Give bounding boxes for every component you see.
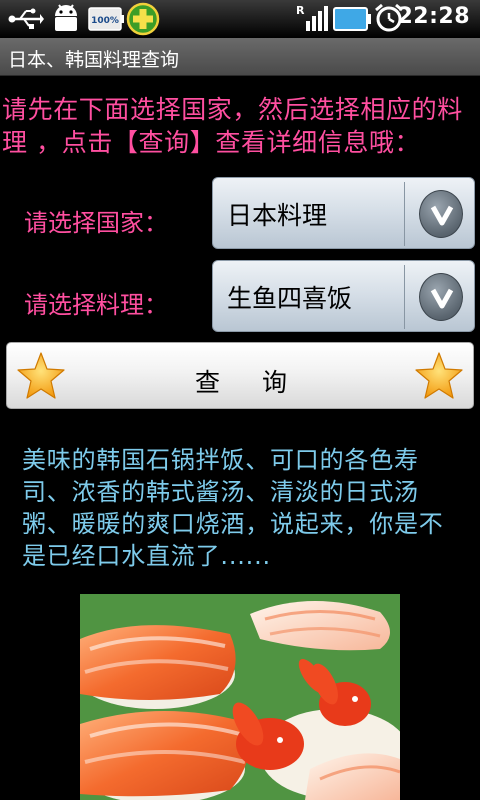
query-button[interactable]: 查询 — [6, 342, 474, 409]
app-plus-icon — [126, 2, 160, 40]
country-label: 请选择国家： — [24, 209, 168, 237]
spinner-divider — [404, 265, 405, 329]
dish-spinner[interactable]: 生鱼四喜饭 — [212, 260, 475, 332]
star-icon — [413, 351, 465, 405]
battery-icon — [333, 7, 371, 35]
description-text: 美味的韩国石锅拌饭、可口的各色寿司、浓香的韩式酱汤、清淡的日式汤粥、暖暖的爽口烧… — [22, 446, 444, 570]
chevron-down-icon[interactable] — [419, 273, 463, 321]
app-title: 日本、韩国料理查询 — [8, 49, 180, 71]
dish-spinner-value: 生鱼四喜饭 — [227, 284, 353, 313]
battery-100-badge-icon: 100% — [88, 7, 124, 35]
status-bar: 100% R 22:28 — [0, 0, 480, 38]
query-button-label: 查询 — [194, 368, 329, 397]
svg-text:R: R — [296, 4, 305, 17]
status-clock: 22:28 — [397, 4, 470, 29]
android-debug-icon — [50, 3, 82, 37]
country-spinner[interactable]: 日本料理 — [212, 177, 475, 249]
spinner-divider — [404, 182, 405, 246]
signal-icon: R — [296, 3, 328, 37]
battery-badge-text: 100% — [91, 16, 119, 26]
sushi-image — [80, 594, 400, 800]
country-spinner-value: 日本料理 — [227, 201, 328, 230]
app-title-bar: 日本、韩国料理查询 — [0, 38, 480, 76]
intro-text: 请先在下面选择国家，然后选择相应的料理 ，点击【查询】查看详细信息哦： — [2, 95, 463, 157]
chevron-down-icon[interactable] — [419, 190, 463, 238]
usb-icon — [8, 8, 44, 34]
dish-label: 请选择料理： — [24, 291, 168, 319]
